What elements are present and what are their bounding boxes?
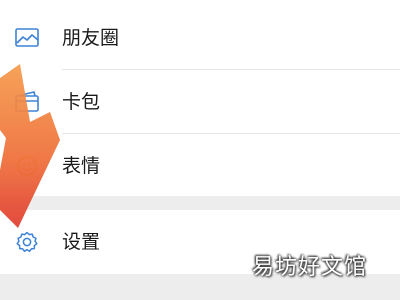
menu-item-label: 朋友圈 [62, 27, 120, 49]
menu-item-label: 表情 [62, 155, 101, 177]
menu-item-stickers[interactable]: 表情 [0, 134, 400, 198]
photo-icon [14, 26, 40, 50]
watermark-text: 易坊好文馆 [252, 255, 368, 280]
gear-icon [14, 230, 40, 254]
wallet-icon [14, 90, 40, 114]
menu-item-label: 卡包 [62, 91, 101, 113]
menu-item-moments[interactable]: 朋友圈 [0, 6, 400, 70]
menu-item-cards[interactable]: 卡包 [0, 70, 400, 134]
menu-item-label: 设置 [62, 231, 101, 253]
menu-group-main: 朋友圈 卡包 表情 [0, 0, 400, 196]
smiley-icon [14, 154, 40, 178]
